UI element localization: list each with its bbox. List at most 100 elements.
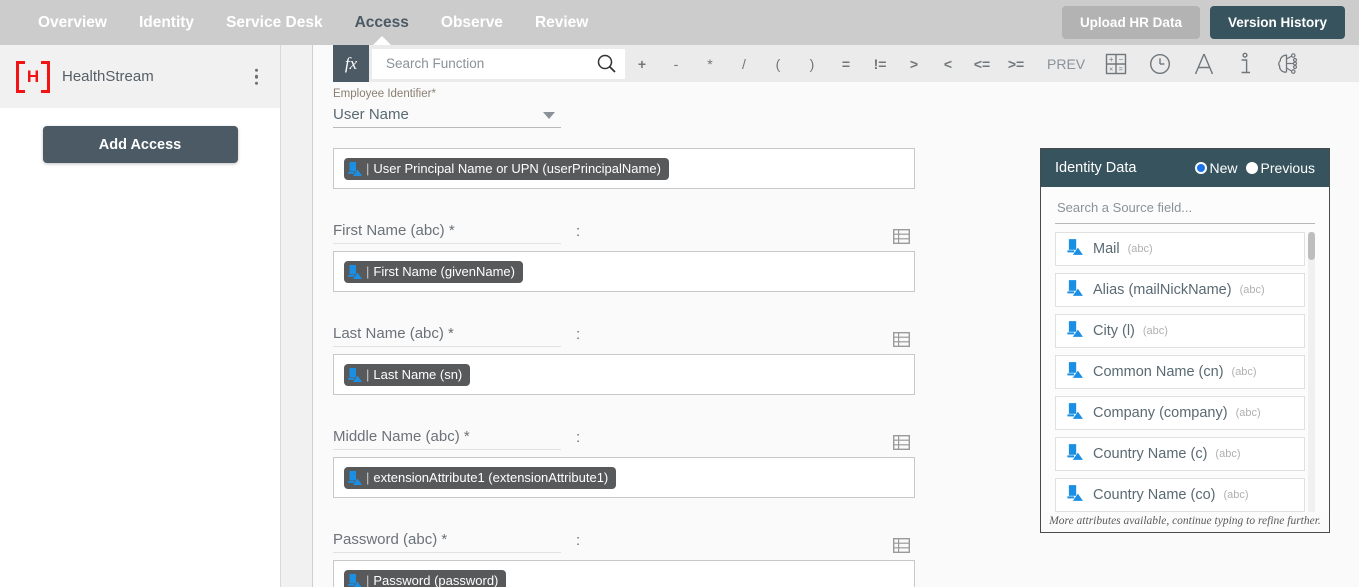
operator-minus[interactable]: - [665,56,687,72]
operator-paren-close[interactable]: ) [801,56,823,72]
search-icon[interactable] [596,53,617,79]
add-access-button[interactable]: Add Access [42,126,238,163]
table-grid-icon[interactable] [892,537,1359,558]
list-item[interactable]: City (l) (abc) [1055,314,1305,348]
operator-plus[interactable]: + [631,56,653,72]
mapping-token[interactable]: | User Principal Name or UPN (userPrinci… [344,157,669,180]
more-options-icon[interactable] [254,68,258,85]
ai-brain-icon[interactable] [1274,52,1300,76]
token-separator: | [366,264,370,279]
list-item-name: City (l) [1093,323,1135,339]
version-history-button[interactable]: Version History [1209,6,1345,39]
employee-identifier-token-box[interactable]: | User Principal Name or UPN (userPrinci… [333,148,915,189]
operator-paren-open[interactable]: ( [767,56,789,72]
identity-panel-footer-note: More attributes available, continue typi… [1041,512,1329,532]
svg-text:×: × [1109,66,1113,73]
radio-previous-indicator[interactable] [1245,162,1258,174]
field-token-box[interactable]: | Last Name (sn) [333,354,915,395]
radio-new[interactable]: New [1194,160,1238,176]
field-separator: : [576,429,581,446]
clock-icon[interactable] [1148,52,1172,76]
nav-tab-list: Overview Identity Service Desk Access Ob… [22,0,604,45]
operator-greater-than[interactable]: > [903,56,925,72]
mapping-token[interactable]: | First Name (givenName) [344,260,523,283]
source-field-search-input[interactable] [1055,199,1315,216]
nav-tab-access[interactable]: Access [339,0,425,45]
source-attribute-icon [347,470,362,486]
mapping-token[interactable]: | Password (password) [344,569,507,587]
operator-less-equal[interactable]: <= [971,56,993,72]
math-calculator-icon[interactable]: + − × = [1104,52,1128,76]
list-item[interactable]: Common Name (cn) (abc) [1055,355,1305,389]
list-item-type: (abc) [1215,448,1241,460]
mapping-token[interactable]: | Last Name (sn) [344,363,471,386]
source-attribute-icon [1066,320,1083,343]
token-label: extensionAttribute1 (extensionAttribute1… [373,470,609,485]
source-attribute-icon [347,161,362,177]
operator-not-equals[interactable]: != [869,56,891,72]
employee-identifier-select[interactable]: User Name [333,101,561,128]
field-separator: : [576,223,581,240]
operator-less-than[interactable]: < [937,56,959,72]
function-fx-icon[interactable]: fx [333,45,369,82]
source-attribute-icon [1066,279,1083,302]
operator-greater-equal[interactable]: >= [1005,56,1027,72]
list-scrollbar-track[interactable] [1308,232,1315,532]
employee-identifier-value: User Name [333,105,409,123]
list-item[interactable]: Company (company) (abc) [1055,396,1305,430]
field-label: Password (abc) * [333,531,561,553]
mapping-token[interactable]: | extensionAttribute1 (extensionAttribut… [344,466,617,489]
list-item-type: (abc) [1127,243,1153,255]
chevron-down-icon[interactable] [543,112,555,119]
nav-action-buttons: Upload HR Data Version History [1061,6,1345,39]
nav-tab-service-desk[interactable]: Service Desk [210,0,339,45]
radio-previous[interactable]: Previous [1245,160,1315,176]
panel-gutter [281,45,312,587]
nav-tab-overview[interactable]: Overview [22,0,123,45]
list-scrollbar-thumb[interactable] [1308,232,1315,260]
list-item-name: Company (company) [1093,405,1228,421]
list-item[interactable]: Country Name (co) (abc) [1055,478,1305,512]
token-label: Password (password) [373,573,499,587]
operator-multiply[interactable]: * [699,56,721,72]
token-separator: | [366,367,370,382]
source-attribute-icon [1066,402,1083,425]
source-attribute-icon [1066,484,1083,507]
search-function-input[interactable] [384,55,599,72]
operator-divide[interactable]: / [733,56,755,72]
source-attribute-icon [1066,361,1083,384]
source-attribute-icon [347,264,362,280]
list-item-type: (abc) [1223,489,1249,501]
healthstream-logo-icon: H [16,60,50,93]
token-label: First Name (givenName) [373,264,515,279]
prev-button[interactable]: PREV [1047,56,1085,72]
upload-hr-data-button[interactable]: Upload HR Data [1061,6,1200,39]
sidebar: H HealthStream Add Access [0,45,280,587]
field-token-box[interactable]: | extensionAttribute1 (extensionAttribut… [333,457,915,498]
radio-new-indicator[interactable] [1194,162,1207,174]
employee-identifier-label: Employee Identifier* [333,88,436,100]
token-separator: | [366,161,370,176]
info-icon[interactable] [1236,51,1254,77]
field-token-box[interactable]: | Password (password) [333,560,915,587]
field-label: Last Name (abc) * [333,325,561,347]
nav-tab-review[interactable]: Review [519,0,604,45]
source-field-search-container [1055,199,1315,224]
source-field-list: Mail (abc) Alias (mailNickName) (abc) Ci… [1055,232,1315,532]
search-function-container [372,48,625,79]
source-attribute-icon [1066,238,1083,261]
list-item[interactable]: Mail (abc) [1055,232,1305,266]
source-attribute-icon [347,573,362,587]
list-item-type: (abc) [1231,366,1257,378]
list-item[interactable]: Alias (mailNickName) (abc) [1055,273,1305,307]
svg-text:+: + [1109,55,1114,64]
field-token-box[interactable]: | First Name (givenName) [333,251,915,292]
app-card-healthstream[interactable]: H HealthStream [0,45,280,108]
nav-tab-observe[interactable]: Observe [425,0,519,45]
radio-new-label: New [1209,160,1238,176]
list-item[interactable]: Country Name (c) (abc) [1055,437,1305,471]
nav-tab-identity[interactable]: Identity [123,0,210,45]
text-format-icon[interactable] [1192,51,1216,77]
operator-equals[interactable]: = [835,56,857,72]
field-label: First Name (abc) * [333,222,561,244]
